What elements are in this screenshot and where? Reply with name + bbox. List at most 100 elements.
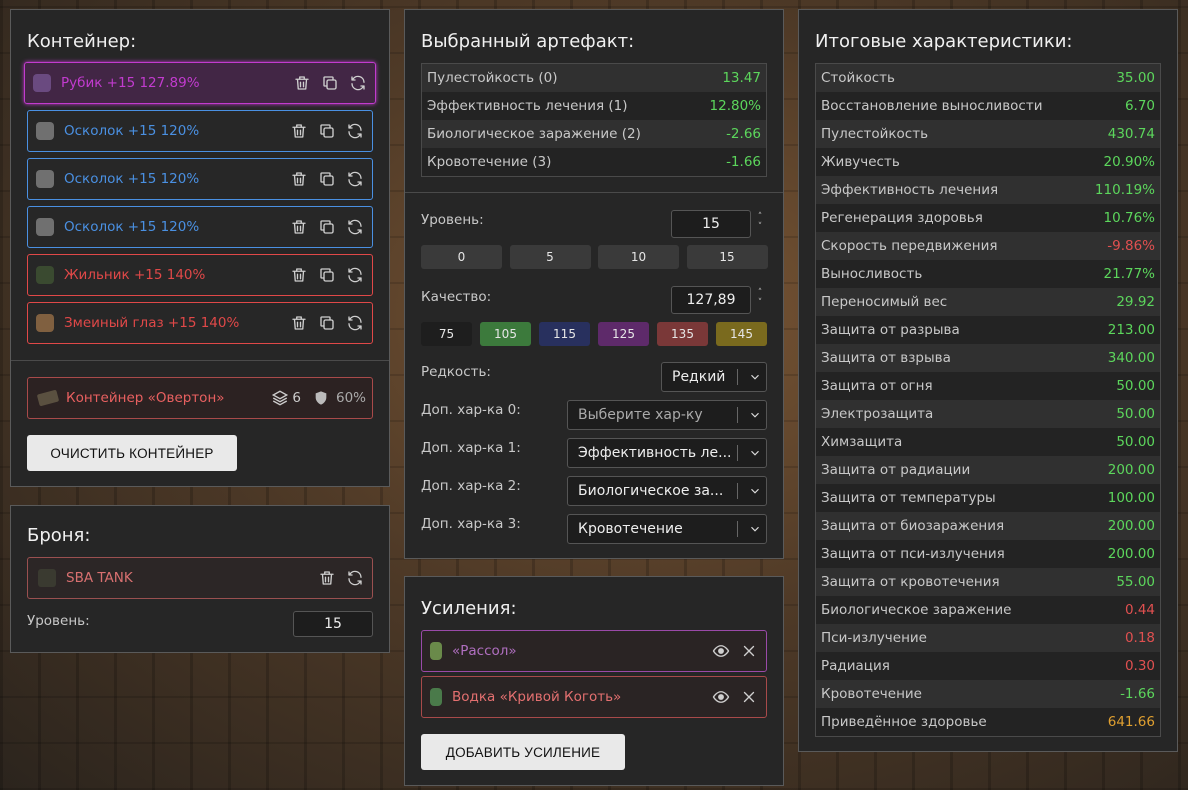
copy-icon[interactable] bbox=[318, 122, 336, 140]
armor-panel: Броня: SBA TANK Уровень: 15 bbox=[10, 505, 390, 653]
boost-item[interactable]: «Рассол» bbox=[421, 630, 767, 672]
quality-stepper[interactable]: ˄ ˅ bbox=[755, 288, 765, 308]
replace-icon[interactable] bbox=[346, 170, 364, 188]
stat-value: 200.00 bbox=[1107, 546, 1155, 562]
quality-preset-button[interactable]: 105 bbox=[480, 322, 531, 346]
trash-icon[interactable] bbox=[318, 569, 336, 587]
replace-icon[interactable] bbox=[346, 122, 364, 140]
artifact-icon bbox=[36, 266, 54, 284]
trash-icon[interactable] bbox=[290, 122, 308, 140]
quality-preset-button[interactable]: 115 bbox=[539, 322, 590, 346]
stat-name: Восстановление выносливости bbox=[821, 98, 1043, 114]
level-stepper[interactable]: ˄ ˅ bbox=[755, 212, 765, 232]
total-stat-row: Пулестойкость 430.74 bbox=[816, 120, 1160, 148]
artifact-icon bbox=[36, 218, 54, 236]
quality-preset-button[interactable]: 145 bbox=[716, 322, 767, 346]
container-item[interactable]: Жильник +15 140% bbox=[27, 254, 373, 296]
stat-name: Эффективность лечения bbox=[821, 182, 999, 198]
divider bbox=[11, 360, 389, 361]
container-name: Контейнер «Овертон» bbox=[66, 390, 225, 406]
stat-name: Живучесть bbox=[821, 154, 900, 170]
stat-value: 430.74 bbox=[1107, 126, 1155, 142]
stat-value: 200.00 bbox=[1107, 518, 1155, 534]
chevron-down-icon bbox=[744, 408, 766, 422]
selected-container[interactable]: Контейнер «Овертон» 6 60% bbox=[27, 377, 373, 419]
stat-value: -2.66 bbox=[726, 126, 761, 142]
quality-preset-button[interactable]: 135 bbox=[657, 322, 708, 346]
stat-name: Выносливость bbox=[821, 266, 923, 282]
total-stat-row: Защита от огня 50.00 bbox=[816, 372, 1160, 400]
boosts-panel: Усиления: «Рассол» Водка «Кривой Коготь» … bbox=[404, 576, 784, 786]
container-panel: Контейнер: Рубик +15 127.89% Осколок +15 … bbox=[10, 9, 390, 487]
copy-icon[interactable] bbox=[318, 170, 336, 188]
stat-value: 6.70 bbox=[1124, 98, 1155, 114]
extra-stat-select[interactable]: Кровотечение bbox=[567, 514, 767, 544]
quality-label: Качество: bbox=[421, 289, 492, 305]
divider bbox=[405, 192, 783, 193]
replace-icon[interactable] bbox=[346, 218, 364, 236]
trash-icon[interactable] bbox=[290, 266, 308, 284]
stat-name: Кровотечение bbox=[821, 686, 922, 702]
stat-name: Химзащита bbox=[821, 434, 903, 450]
stat-name: Приведённое здоровье bbox=[821, 714, 987, 730]
totals-panel: Итоговые характеристики: Стойкость 35.00 В… bbox=[798, 9, 1178, 752]
trash-icon[interactable] bbox=[293, 74, 311, 92]
container-item[interactable]: Змеиный глаз +15 140% bbox=[27, 302, 373, 344]
copy-icon[interactable] bbox=[321, 74, 339, 92]
level-preset-button[interactable]: 10 bbox=[598, 245, 679, 269]
total-stat-row: Регенерация здоровья 10.76% bbox=[816, 204, 1160, 232]
level-input[interactable]: 15 bbox=[671, 210, 751, 238]
artifact-stat-row: Эффективность лечения (1) 12.80% bbox=[422, 92, 766, 120]
container-item[interactable]: Осколок +15 120% bbox=[27, 206, 373, 248]
total-stat-row: Электрозащита 50.00 bbox=[816, 400, 1160, 428]
container-item[interactable]: Рубик +15 127.89% bbox=[24, 62, 376, 104]
totals-table: Стойкость 35.00 Восстановление выносливост… bbox=[815, 63, 1161, 737]
extra-stat-select[interactable]: Выберите хар-ку bbox=[567, 400, 767, 430]
add-boost-button[interactable]: ДОБАВИТЬ УСИЛЕНИЕ bbox=[421, 734, 625, 770]
armor-item[interactable]: SBA TANK bbox=[27, 557, 373, 599]
trash-icon[interactable] bbox=[290, 314, 308, 332]
copy-icon[interactable] bbox=[318, 266, 336, 284]
stat-name: Пулестойкость bbox=[821, 126, 929, 142]
stat-value: 50.00 bbox=[1116, 406, 1155, 422]
artifact-stats-table: Пулестойкость (0) 13.47 Эффективность лече… bbox=[421, 63, 767, 177]
close-icon[interactable] bbox=[740, 642, 758, 660]
copy-icon[interactable] bbox=[318, 218, 336, 236]
stat-name: Переносимый вес bbox=[821, 294, 948, 310]
extra-stat-label: Доп. хар-ка 3: bbox=[421, 516, 521, 532]
replace-icon[interactable] bbox=[346, 314, 364, 332]
total-stat-row: Стойкость 35.00 bbox=[816, 64, 1160, 92]
clear-container-button[interactable]: ОЧИСТИТЬ КОНТЕЙНЕР bbox=[27, 435, 237, 471]
level-preset-button[interactable]: 5 bbox=[509, 245, 591, 269]
boost-name: «Рассол» bbox=[452, 643, 517, 659]
armor-title: Броня: bbox=[27, 525, 91, 546]
trash-icon[interactable] bbox=[290, 218, 308, 236]
copy-icon[interactable] bbox=[318, 314, 336, 332]
level-preset-button[interactable]: 0 bbox=[421, 245, 502, 269]
container-item[interactable]: Осколок +15 120% bbox=[27, 158, 373, 200]
replace-icon[interactable] bbox=[346, 266, 364, 284]
extra-stat-select[interactable]: Биологическое за... bbox=[567, 476, 767, 506]
replace-icon[interactable] bbox=[346, 569, 364, 587]
total-stat-row: Кровотечение -1.66 bbox=[816, 680, 1160, 708]
quality-input[interactable]: 127,89 bbox=[671, 286, 751, 314]
eye-icon[interactable] bbox=[712, 642, 730, 660]
armor-level-input[interactable]: 15 bbox=[293, 611, 373, 637]
eye-icon[interactable] bbox=[712, 688, 730, 706]
extra-stat-label: Доп. хар-ка 2: bbox=[421, 478, 521, 494]
rarity-select[interactable]: Редкий bbox=[661, 362, 767, 392]
extra-stat-select[interactable]: Эффективность ле... bbox=[567, 438, 767, 468]
boost-item[interactable]: Водка «Кривой Коготь» bbox=[421, 676, 767, 718]
container-item[interactable]: Осколок +15 120% bbox=[27, 110, 373, 152]
container-item-name: Осколок +15 120% bbox=[64, 219, 200, 235]
level-preset-button[interactable]: 15 bbox=[686, 245, 768, 269]
trash-icon[interactable] bbox=[290, 170, 308, 188]
stat-value: 0.30 bbox=[1124, 658, 1155, 674]
replace-icon[interactable] bbox=[349, 74, 367, 92]
artifact-panel: Выбранный артефакт: Пулестойкость (0) 13.… bbox=[404, 9, 784, 559]
stat-value: 35.00 bbox=[1116, 70, 1155, 86]
close-icon[interactable] bbox=[740, 688, 758, 706]
shield-icon bbox=[313, 389, 331, 407]
quality-preset-button[interactable]: 125 bbox=[598, 322, 649, 346]
quality-preset-button[interactable]: 75 bbox=[421, 322, 472, 346]
